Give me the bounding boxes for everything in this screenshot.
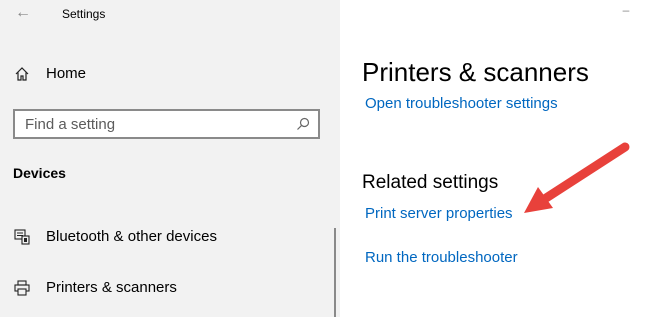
section-heading: Devices (13, 165, 66, 181)
minimize-icon[interactable]: – (620, 4, 632, 18)
printer-icon (14, 280, 30, 296)
home-icon (15, 67, 29, 81)
sidebar-item-home[interactable]: Home (0, 58, 340, 90)
print-server-properties-link[interactable]: Print server properties (365, 205, 513, 222)
sidebar-item-bluetooth[interactable]: Bluetooth & other devices (0, 221, 340, 253)
run-troubleshooter-link[interactable]: Run the troubleshooter (365, 249, 518, 266)
sidebar-item-printers[interactable]: Printers & scanners (0, 272, 340, 304)
back-arrow-icon[interactable]: ← (14, 4, 32, 22)
search-placeholder: Find a setting (25, 116, 116, 133)
open-troubleshooter-settings-link[interactable]: Open troubleshooter settings (365, 95, 558, 112)
app-title: Settings (62, 7, 106, 21)
sidebar-item-label: Home (46, 65, 87, 82)
related-settings-heading: Related settings (362, 172, 499, 193)
sidebar-item-label: Printers & scanners (46, 279, 177, 296)
sidebar: ← Settings Home Find a setting Devices B… (0, 0, 340, 317)
search-input[interactable]: Find a setting (13, 109, 320, 139)
page-title: Printers & scanners (362, 57, 589, 87)
scrollbar[interactable] (334, 228, 336, 317)
search-icon[interactable] (296, 117, 310, 131)
main-content: – Printers & scanners Open troubleshoote… (340, 0, 650, 317)
bluetooth-devices-icon (14, 229, 30, 245)
annotation-arrow (524, 142, 630, 213)
sidebar-item-label: Bluetooth & other devices (46, 228, 217, 245)
